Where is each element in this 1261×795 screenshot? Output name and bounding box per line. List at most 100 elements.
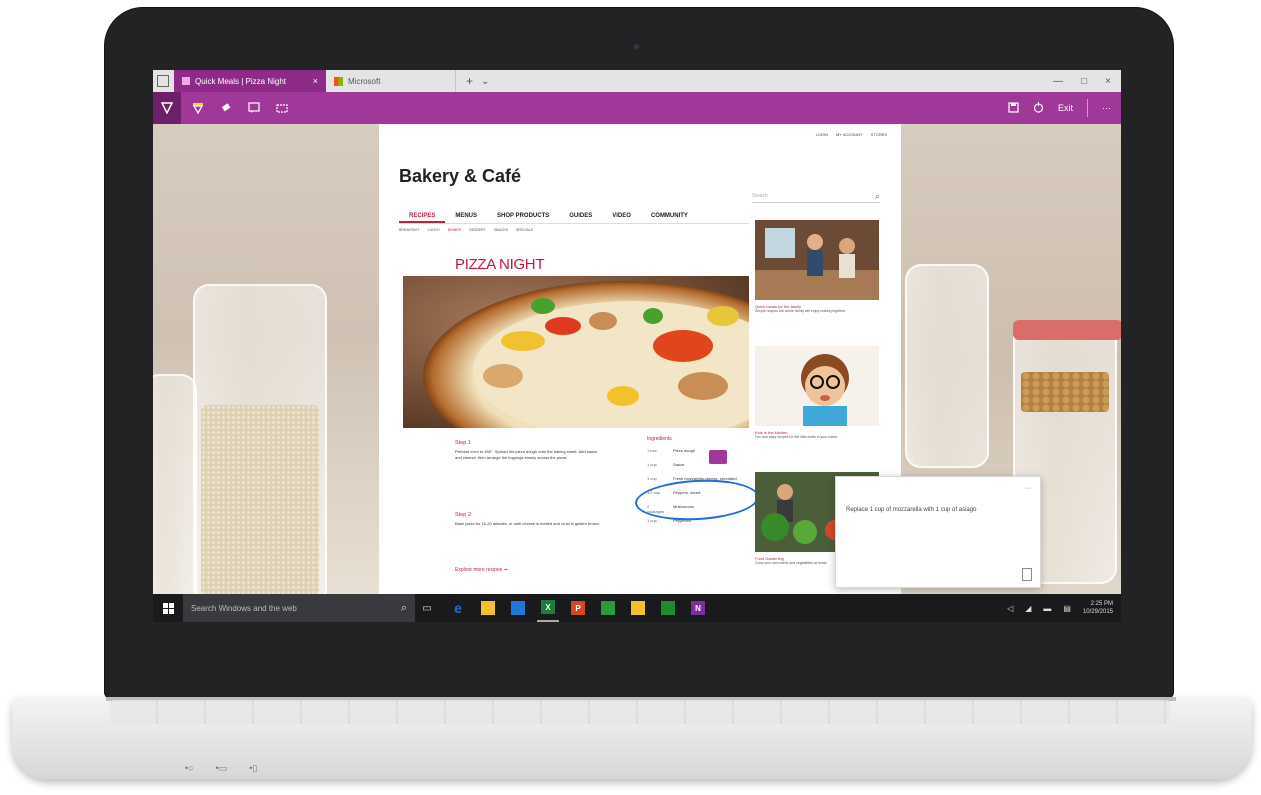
search-icon[interactable]: ⌕ — [875, 191, 880, 202]
clock-date: 10/29/2015 — [1082, 609, 1113, 615]
onenote-icon[interactable]: N — [687, 594, 709, 622]
battery-indicator-icon: •▯ — [249, 763, 258, 773]
clip-icon[interactable] — [271, 97, 293, 119]
more-button[interactable]: ··· — [1102, 103, 1111, 113]
taskbar-apps: e XP N — [439, 594, 709, 622]
toolbar-divider — [1087, 99, 1088, 117]
note-text[interactable]: Replace 1 cup of mozzarella with 1 cup o… — [846, 507, 1032, 513]
clock[interactable]: 2:25 PM 10/29/2015 — [1083, 600, 1113, 616]
tab-preview-chevron-icon[interactable]: ⌄ — [481, 76, 489, 87]
site-search-input[interactable]: Search ⌕ — [752, 190, 880, 203]
step-2-text: Bake pizza for 15-20 minutes, or until c… — [455, 521, 600, 526]
subnav-item[interactable]: DESSERT — [469, 228, 485, 232]
ingredient-row: 1 cup Pepperoni — [647, 518, 747, 532]
tab-overview-icon[interactable] — [157, 75, 169, 87]
subnav-item[interactable]: LUNCH — [428, 228, 440, 232]
maximize-button[interactable]: □ — [1081, 76, 1087, 87]
search-placeholder: Search — [752, 193, 768, 199]
nav-recipes[interactable]: RECIPES — [399, 209, 446, 223]
nav-menus[interactable]: MENUS — [445, 209, 487, 223]
delete-note-icon[interactable] — [1022, 568, 1032, 581]
explore-more-link[interactable]: Explore more recipes ➞ — [455, 567, 508, 573]
window-controls: — □ × — [1053, 76, 1121, 87]
glass-jar-image — [905, 264, 989, 468]
windows-taskbar: Search Windows and the web ⌕ ▭ e X P N ◁ ◢ … — [153, 594, 1121, 622]
site-title: Bakery & Café — [399, 166, 522, 186]
task-view-icon[interactable]: ▭ — [415, 594, 439, 622]
close-tab-icon[interactable]: × — [313, 76, 318, 86]
excel-icon[interactable]: X — [537, 594, 559, 622]
tab-pizza-night[interactable]: Quick Meals | Pizza Night × — [174, 70, 326, 92]
ingredient-row: 1 box Pizza dough — [647, 448, 747, 462]
tab-title: Quick Meals | Pizza Night — [195, 76, 286, 86]
battery-icon[interactable]: ▬ — [1043, 604, 1051, 613]
eraser-icon[interactable] — [215, 97, 237, 119]
web-note-popup[interactable]: ··· Replace 1 cup of mozzarella with 1 c… — [835, 476, 1041, 588]
favicon-icon — [182, 77, 190, 85]
toolbar-right: Exit ··· — [1008, 99, 1121, 117]
stores-link[interactable]: STORES — [871, 132, 887, 137]
note-more-button[interactable]: ··· — [1025, 485, 1032, 492]
share-icon[interactable] — [1033, 101, 1044, 115]
ingredient-qty: 1 cup — [647, 462, 657, 467]
login-link[interactable]: LOGIN — [816, 132, 828, 137]
ingredient-qty: 1 cup — [647, 476, 657, 481]
start-button[interactable] — [153, 594, 183, 622]
tab-title: Microsoft — [348, 76, 381, 86]
exit-button[interactable]: Exit — [1058, 103, 1073, 113]
ingredients-heading: Ingredients — [647, 436, 672, 442]
subnav-item[interactable]: SNACKS — [494, 228, 508, 232]
microsoft-logo-icon — [334, 76, 343, 86]
nav-guides[interactable]: GUIDES — [559, 209, 602, 223]
subnav-item[interactable]: BREAKFAST — [399, 228, 420, 232]
store-icon[interactable] — [507, 594, 529, 622]
notifications-icon[interactable]: ▤ — [1063, 604, 1071, 613]
highlighter-icon[interactable] — [187, 97, 209, 119]
sticky-notes-icon[interactable] — [627, 594, 649, 622]
microphone-icon[interactable]: ⌕ — [401, 602, 407, 615]
step-2: Step 2 Bake pizza for 15-20 minutes, or … — [455, 512, 605, 527]
sub-nav: BREAKFAST LUNCH DINNER DESSERT SNACKS SP… — [399, 228, 533, 232]
step-1-heading: Step 1 — [455, 440, 471, 446]
note-marker-icon[interactable] — [709, 450, 727, 464]
taskbar-search-input[interactable]: Search Windows and the web ⌕ — [183, 594, 415, 622]
account-link[interactable]: MY ACCOUNT — [836, 132, 863, 137]
file-explorer-icon[interactable] — [477, 594, 499, 622]
powerpoint-icon-glyph: P — [571, 601, 585, 615]
subnav-item-active[interactable]: DINNER — [448, 228, 461, 232]
power-indicator-icon: •○ — [185, 763, 194, 773]
web-note-toolbar: Exit ··· — [153, 92, 1121, 124]
pen-icon[interactable] — [153, 92, 181, 124]
volume-icon[interactable]: ◁ — [1007, 604, 1013, 613]
money-icon[interactable] — [597, 594, 619, 622]
jar-lid-image — [1013, 320, 1121, 340]
ingredient-item: Sauce — [673, 462, 685, 467]
network-icon[interactable]: ◢ — [1025, 604, 1031, 613]
nav-video[interactable]: VIDEO — [602, 209, 641, 223]
new-tab-button[interactable]: + — [466, 74, 473, 88]
nav-shop-products[interactable]: SHOP PRODUCTS — [487, 209, 559, 223]
sidebar-card[interactable]: Quick meals for the family Simple recipe… — [755, 220, 879, 314]
edge-icon[interactable]: e — [447, 594, 469, 622]
close-window-button[interactable]: × — [1105, 76, 1111, 87]
add-note-icon[interactable] — [243, 97, 265, 119]
sticky-notes-icon-glyph — [631, 601, 645, 615]
ingredient-qty: 1 cup — [647, 518, 657, 523]
rice-image — [201, 405, 319, 596]
tab-microsoft[interactable]: Microsoft — [326, 70, 456, 92]
powerpoint-icon[interactable]: P — [567, 594, 589, 622]
save-icon[interactable] — [1008, 101, 1019, 115]
recipe-title: PIZZA NIGHT — [455, 256, 545, 273]
nuts-image — [1021, 372, 1109, 412]
site-nav: RECIPES MENUS SHOP PRODUCTS GUIDES VIDEO… — [399, 209, 749, 224]
glass-jar-image — [193, 284, 327, 606]
card-text: Simple recipes the whole family will enj… — [755, 309, 847, 313]
xbox-icon[interactable] — [657, 594, 679, 622]
minimize-button[interactable]: — — [1053, 76, 1063, 87]
xbox-icon-glyph — [661, 601, 675, 615]
nav-community[interactable]: COMMUNITY — [641, 209, 698, 223]
kid-with-glasses-image — [755, 346, 879, 426]
subnav-item[interactable]: SPECIALS — [516, 228, 533, 232]
ingredient-qty: 1 box — [647, 448, 657, 453]
sidebar-card[interactable]: Kids in the kitchen Fun and easy recipes… — [755, 346, 879, 440]
